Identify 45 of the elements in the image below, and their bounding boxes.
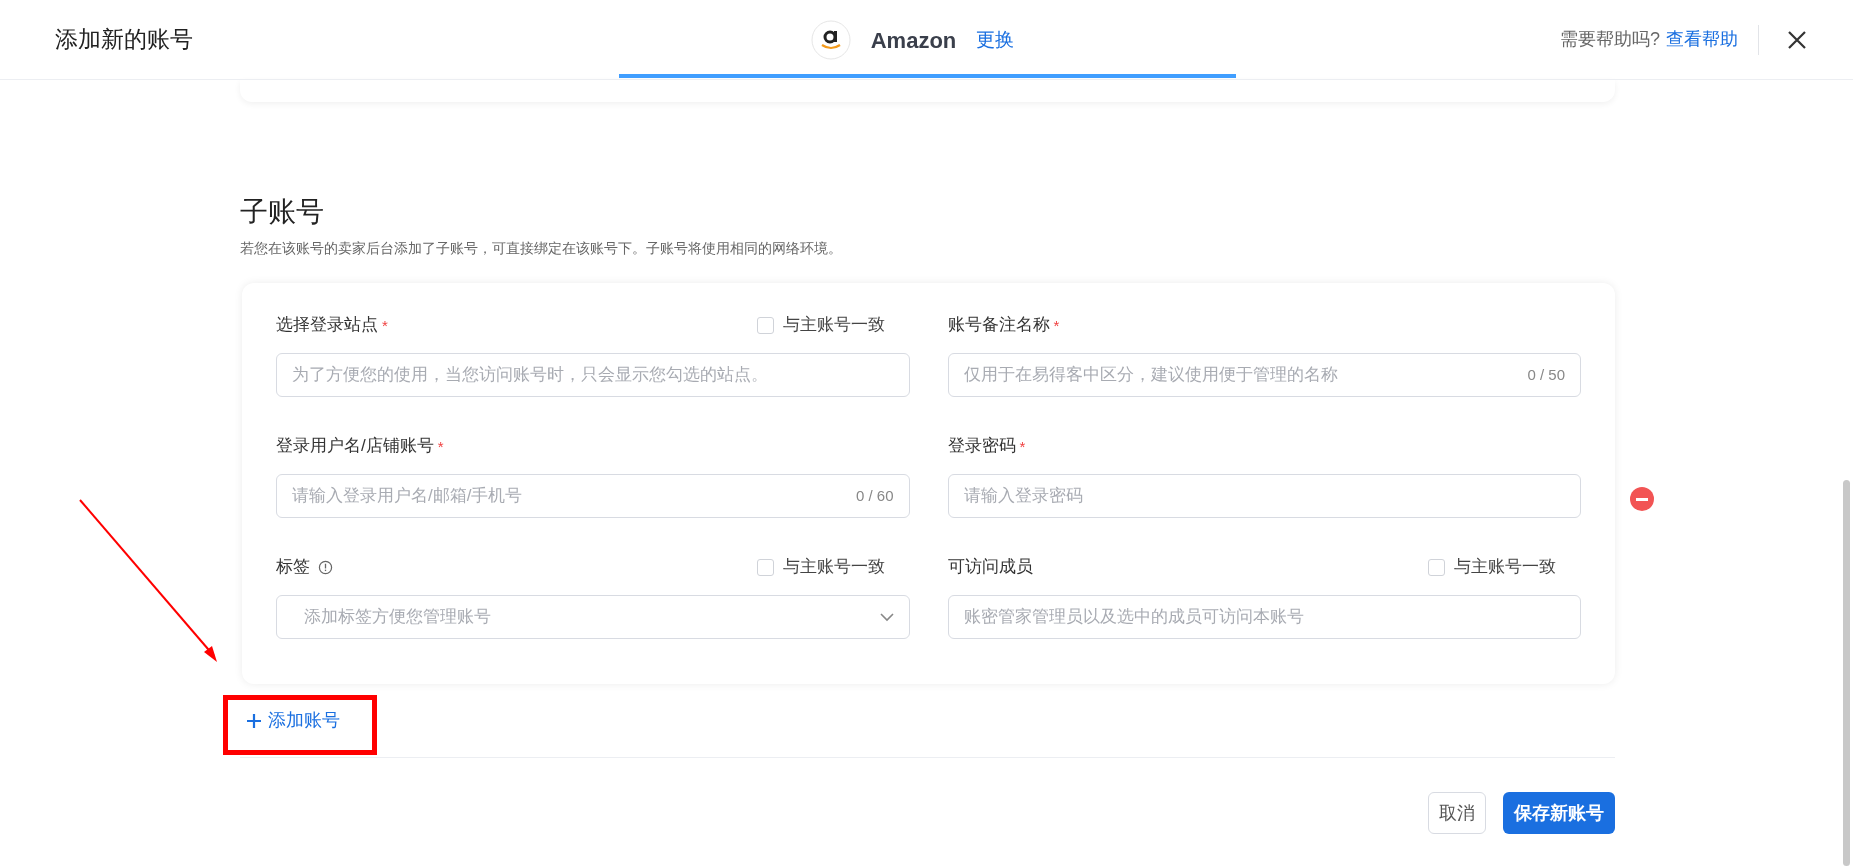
character-counter: 0 / 60 [855,485,894,506]
field-label: 选择登录站点 [276,314,378,337]
input-field[interactable]: 仅用于在易得客中区分，建议使用便于管理的名称 0 / 50 [947,353,1581,397]
cancel-button[interactable]: 取消 [1428,792,1486,834]
required-mark: * [1019,438,1026,454]
section-title: 子账号 [240,195,325,229]
input-field[interactable]: 账密管家管理员以及选中的成员可访问本账号 [947,595,1581,639]
checkbox[interactable] [756,558,774,576]
remove-button[interactable] [1630,487,1654,511]
input-field[interactable]: 为了方便您的使用，当您访问账号时，只会显示您勾选的站点。 [276,353,910,397]
checkbox-label: 与主账号一致 [1454,556,1556,579]
field-label: 账号备注名称 [947,314,1050,337]
placeholder-text: 请输入登录用户名/邮箱/手机号 [292,485,524,508]
required-mark: * [382,317,388,333]
field-label: 登录密码 [947,435,1016,458]
help-prompt: 需要帮助吗? [1560,28,1660,51]
add-account-link[interactable]: 添加账号 [246,707,340,734]
section-description: 若您在该账号的卖家后台添加了子账号，可直接绑定在该账号下。子账号将使用相同的网络环境。 [240,239,843,258]
tag-select[interactable]: 添加标签方便您管理账号 [276,595,910,639]
close-icon [1787,29,1807,50]
input-field[interactable]: 请输入登录用户名/邮箱/手机号 0 / 60 [276,474,910,518]
plus-icon [246,712,262,729]
field-label: 登录用户名/店铺账号 [276,435,434,458]
checkbox-label: 与主账号一致 [782,556,885,579]
placeholder-text: 账密管家管理员以及选中的成员可访问本账号 [963,606,1305,629]
field-label: 可访问成员 [947,556,1033,579]
character-counter: 0 / 50 [1527,364,1565,385]
checkbox[interactable] [756,316,774,334]
checkbox-label: 与主账号一致 [782,314,885,337]
required-mark: * [437,438,444,454]
save-button[interactable]: 保存新账号 [1503,792,1615,834]
placeholder-text: 请输入登录密码 [963,485,1084,508]
placeholder-text: 仅用于在易得客中区分，建议使用便于管理的名称 [963,364,1339,387]
input-field[interactable]: 请输入登录密码 [947,474,1581,518]
placeholder-text: 为了方便您的使用，当您访问账号时，只会显示您勾选的站点。 [292,364,769,387]
dialog-title: 添加新的账号 [55,25,193,55]
checkbox[interactable] [1428,558,1445,576]
platform-name: Amazon [870,26,957,55]
required-mark: * [1053,317,1060,333]
logo-icon [810,20,851,60]
change-link[interactable]: 更换 [976,25,1015,55]
placeholder-text: 添加标签方便您管理账号 [303,606,492,629]
chevron-down-icon [879,612,894,622]
field-label: 标签 [276,556,310,579]
help-link[interactable]: 查看帮助 [1666,26,1738,53]
